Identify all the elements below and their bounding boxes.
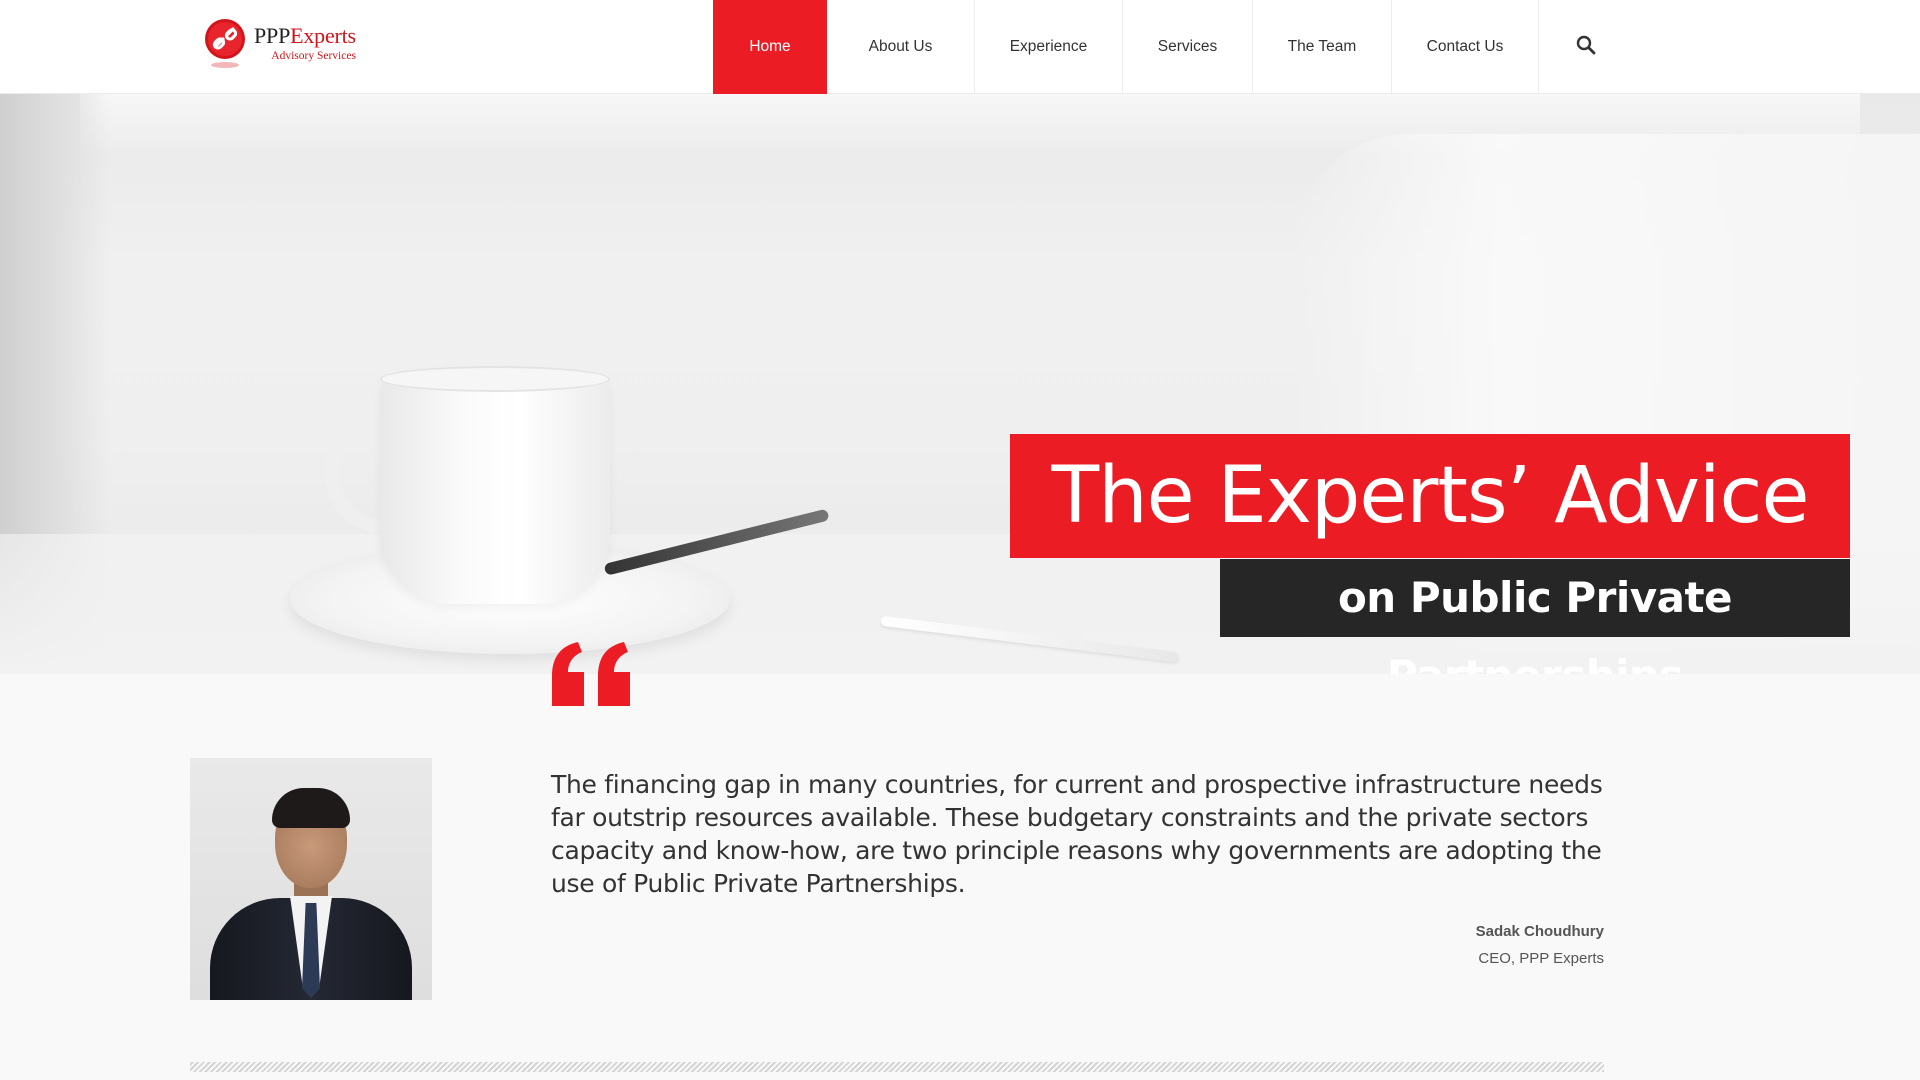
ceo-photo [190,758,432,1000]
nav-item-contact-us[interactable]: Contact Us [1392,0,1539,94]
hero-cup-rim-image [380,366,610,392]
logo-tagline: Advisory Services [271,50,356,62]
quote-icon [548,640,638,710]
hero-banner: The Experts’ Advice on Public Private Pa… [0,94,1920,674]
hero-cup-image [380,374,610,604]
nav-item-home[interactable]: Home [713,0,827,94]
quote-text: The financing gap in many countries, for… [551,770,1603,898]
nav-item-services[interactable]: Services [1123,0,1253,94]
hero-subtitle: on Public Private Partnerships [1220,559,1850,674]
section-divider [190,1062,1604,1072]
nav-item-experience[interactable]: Experience [975,0,1123,94]
search-icon [1576,35,1596,60]
main-nav: Home About Us Experience Services The Te… [713,0,1633,94]
site-header: PPPExperts Advisory Services Home About … [0,0,1920,94]
nav-item-the-team[interactable]: The Team [1253,0,1392,94]
hero-title: The Experts’ Advice [1010,434,1850,558]
quote-author: Sadak Choudhury [1475,923,1604,940]
nav-item-about-us[interactable]: About Us [827,0,975,94]
logo-link-icon [204,18,248,70]
search-button[interactable] [1539,0,1633,94]
logo-title: PPPExperts [254,23,356,48]
quote-author-role: CEO, PPP Experts [1478,950,1604,967]
site-logo[interactable]: PPPExperts Advisory Services [204,18,384,74]
